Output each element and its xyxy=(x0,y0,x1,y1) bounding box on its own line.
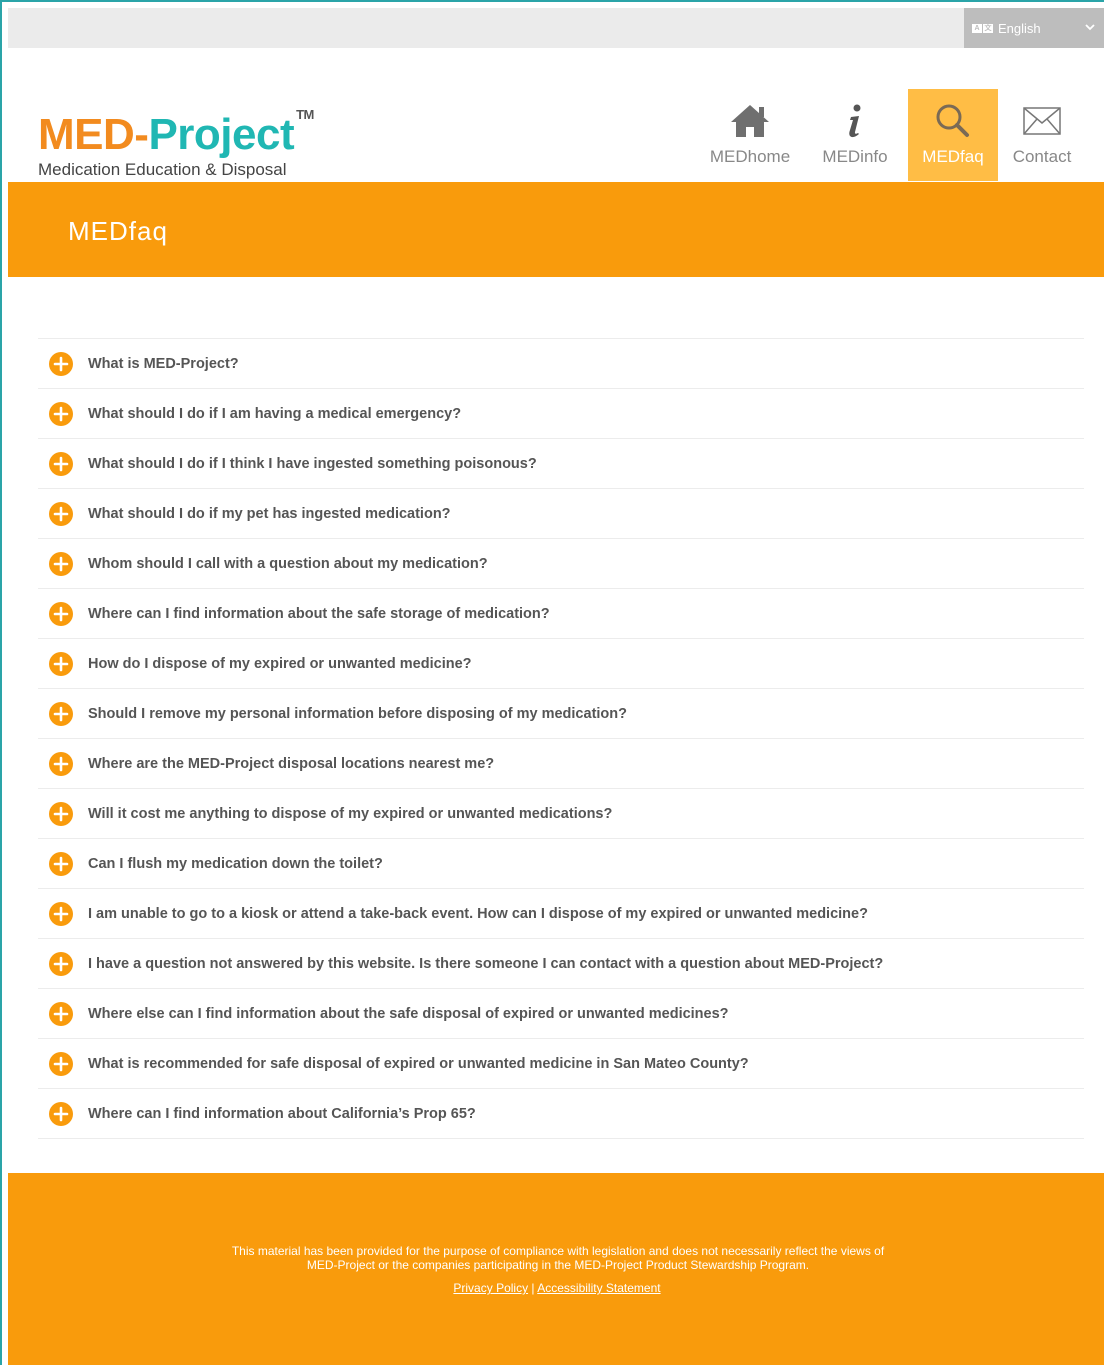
logo-text-med: MED- xyxy=(38,110,149,159)
nav-item-medhome[interactable]: MEDhome xyxy=(698,89,802,181)
logo-text-project: Project xyxy=(148,110,295,159)
footer-disclaimer: This material has been provided for the … xyxy=(158,1244,958,1272)
accessibility-statement-link[interactable]: Accessibility Statement xyxy=(537,1281,660,1295)
envelope-icon xyxy=(1023,103,1061,139)
logo-title: MED-Project TM xyxy=(38,92,314,158)
page: A文 English MED-Project TM Medication Educ… xyxy=(8,8,1104,1365)
nav-label-contact: Contact xyxy=(1012,147,1072,166)
faq-item[interactable]: What should I do if I am having a medica… xyxy=(38,389,1084,439)
faq-question[interactable]: What should I do if I think I have inges… xyxy=(88,456,537,472)
faq-item[interactable]: Where are the MED-Project disposal locat… xyxy=(38,739,1084,789)
plus-circle-icon[interactable] xyxy=(49,701,73,726)
faq-question[interactable]: Should I remove my personal information … xyxy=(88,706,627,722)
faq-question[interactable]: What is MED-Project? xyxy=(88,356,239,372)
info-icon xyxy=(845,103,865,139)
faq-item[interactable]: What should I do if my pet has ingested … xyxy=(38,489,1084,539)
faq-item[interactable]: What should I do if I think I have inges… xyxy=(38,439,1084,489)
page-title: MEDfaq xyxy=(68,216,168,246)
plus-circle-icon[interactable] xyxy=(49,1001,73,1026)
faq-item[interactable]: What is recommended for safe disposal of… xyxy=(38,1039,1084,1089)
logo-trademark: TM xyxy=(296,107,314,122)
plus-circle-icon[interactable] xyxy=(49,551,73,576)
faq-question[interactable]: What is recommended for safe disposal of… xyxy=(88,1056,749,1072)
faq-question[interactable]: What should I do if I am having a medica… xyxy=(88,406,461,422)
site-logo[interactable]: MED-Project TM Medication Education & Dis… xyxy=(38,92,314,180)
footer-disclaimer-line2: MED-Project or the companies participati… xyxy=(306,1258,810,1272)
plus-circle-icon[interactable] xyxy=(49,1101,73,1126)
top-utility-bar: A文 English xyxy=(8,8,1104,48)
plus-circle-icon[interactable] xyxy=(49,451,73,476)
site-header: MED-Project TM Medication Education & Dis… xyxy=(8,48,1104,182)
faq-question[interactable]: Whom should I call with a question about… xyxy=(88,556,488,572)
nav-item-medinfo[interactable]: MEDinfo xyxy=(802,89,908,181)
plus-circle-icon[interactable] xyxy=(49,901,73,926)
privacy-policy-link[interactable]: Privacy Policy xyxy=(453,1281,528,1295)
page-banner: MEDfaq xyxy=(8,182,1104,277)
plus-circle-icon[interactable] xyxy=(49,1051,73,1076)
faq-question[interactable]: Where can I find information about the s… xyxy=(88,606,550,622)
faq-item[interactable]: Can I flush my medication down the toile… xyxy=(38,839,1084,889)
plus-circle-icon[interactable] xyxy=(49,601,73,626)
faq-question[interactable]: Where are the MED-Project disposal locat… xyxy=(88,756,494,772)
faq-question[interactable]: Will it cost me anything to dispose of m… xyxy=(88,806,612,822)
faq-question[interactable]: What should I do if my pet has ingested … xyxy=(88,506,451,522)
logo-subtitle: Medication Education & Disposal xyxy=(38,160,287,179)
browser-frame: A文 English MED-Project TM Medication Educ… xyxy=(0,0,1104,1365)
faq-item[interactable]: I am unable to go to a kiosk or attend a… xyxy=(38,889,1084,939)
language-icon: A文 xyxy=(972,23,993,33)
footer-links: Privacy Policy | Accessibility Statement xyxy=(8,1281,1104,1295)
home-icon xyxy=(729,103,771,139)
footer-disclaimer-line1: This material has been provided for the … xyxy=(231,1244,885,1258)
faq-item[interactable]: What is MED-Project? xyxy=(38,339,1084,389)
faq-item[interactable]: Should I remove my personal information … xyxy=(38,689,1084,739)
faq-item[interactable]: How do I dispose of my expired or unwant… xyxy=(38,639,1084,689)
language-label: English xyxy=(998,20,1041,36)
chevron-down-icon xyxy=(1085,24,1095,31)
footer-link-separator: | xyxy=(531,1281,535,1295)
faq-question[interactable]: I have a question not answered by this w… xyxy=(88,956,883,972)
language-selector[interactable]: A文 English xyxy=(964,8,1104,48)
search-icon xyxy=(935,103,971,139)
faq-question[interactable]: Where can I find information about Calif… xyxy=(88,1106,476,1122)
nav-label-medfaq: MEDfaq xyxy=(922,147,984,166)
faq-item[interactable]: Where can I find information about the s… xyxy=(38,589,1084,639)
plus-circle-icon[interactable] xyxy=(49,401,73,426)
faq-question[interactable]: How do I dispose of my expired or unwant… xyxy=(88,656,472,672)
faq-item[interactable]: I have a question not answered by this w… xyxy=(38,939,1084,989)
nav-item-medfaq[interactable]: MEDfaq xyxy=(908,89,998,181)
nav-item-contact[interactable]: Contact xyxy=(998,89,1086,181)
faq-item[interactable]: Will it cost me anything to dispose of m… xyxy=(38,789,1084,839)
plus-circle-icon[interactable] xyxy=(49,651,73,676)
faq-item[interactable]: Whom should I call with a question about… xyxy=(38,539,1084,589)
plus-circle-icon[interactable] xyxy=(49,751,73,776)
plus-circle-icon[interactable] xyxy=(49,851,73,876)
faq-item[interactable]: Where else can I find information about … xyxy=(38,989,1084,1039)
faq-question[interactable]: Where else can I find information about … xyxy=(88,1006,729,1022)
faq-question[interactable]: I am unable to go to a kiosk or attend a… xyxy=(88,906,868,922)
main-nav: MEDhome MEDinfo MEDfaq Contact xyxy=(698,89,1086,181)
site-footer: This material has been provided for the … xyxy=(8,1173,1104,1365)
faq-list: What is MED-Project? What should I do if … xyxy=(38,338,1084,1139)
nav-label-medinfo: MEDinfo xyxy=(822,147,888,166)
faq-question[interactable]: Can I flush my medication down the toile… xyxy=(88,856,383,872)
nav-label-medhome: MEDhome xyxy=(709,147,791,166)
plus-circle-icon[interactable] xyxy=(49,501,73,526)
faq-item[interactable]: Where can I find information about Calif… xyxy=(38,1089,1084,1139)
plus-circle-icon[interactable] xyxy=(49,951,73,976)
plus-circle-icon[interactable] xyxy=(49,801,73,826)
plus-circle-icon[interactable] xyxy=(49,351,73,376)
